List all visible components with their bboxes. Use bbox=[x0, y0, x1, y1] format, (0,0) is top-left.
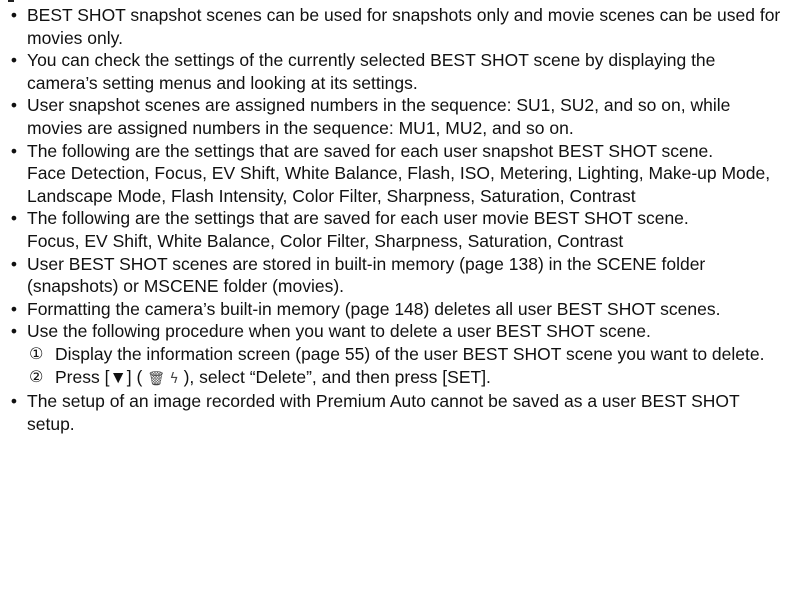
note-item: • The setup of an image recorded with Pr… bbox=[0, 390, 790, 435]
step-text-after: ), select “Delete”, and then press [SET]… bbox=[183, 366, 491, 387]
notes-list: • BEST SHOT snapshot scenes can be used … bbox=[0, 4, 790, 435]
note-item: • You can check the settings of the curr… bbox=[0, 49, 790, 94]
top-rule-fragment bbox=[8, 0, 14, 2]
note-text: The setup of an image recorded with Prem… bbox=[27, 391, 740, 434]
step-text-before: Press [▼] ( bbox=[55, 366, 143, 387]
bullet-icon: • bbox=[10, 298, 18, 319]
note-item: • User BEST SHOT scenes are stored in bu… bbox=[0, 253, 790, 298]
procedure-step: ② Press [▼] ( 🗑 ϟ ), select “Delete”, an… bbox=[27, 366, 790, 391]
trash-flash-icon: 🗑 ϟ bbox=[147, 370, 179, 387]
note-item: • Formatting the camera’s built-in memor… bbox=[0, 298, 790, 321]
snapshot-settings-list: Face Detection, Focus, EV Shift, White B… bbox=[27, 163, 771, 206]
note-item: • BEST SHOT snapshot scenes can be used … bbox=[0, 4, 790, 49]
bullet-icon: • bbox=[10, 391, 18, 412]
note-item: • The following are the settings that ar… bbox=[0, 140, 790, 208]
manual-page: • BEST SHOT snapshot scenes can be used … bbox=[0, 0, 798, 609]
note-text: You can check the settings of the curren… bbox=[27, 50, 716, 93]
delete-procedure-steps: ① Display the information screen (page 5… bbox=[27, 343, 790, 390]
bullet-icon: • bbox=[10, 140, 18, 161]
note-text: User BEST SHOT scenes are stored in buil… bbox=[27, 253, 706, 297]
note-text: User snapshot scenes are assigned number… bbox=[27, 95, 731, 138]
note-item: • Use the following procedure when you w… bbox=[0, 320, 790, 390]
bullet-icon: • bbox=[10, 253, 18, 274]
bullet-icon: • bbox=[10, 5, 18, 25]
note-text: Formatting the camera’s built-in memory … bbox=[27, 298, 721, 319]
bullet-icon: • bbox=[10, 95, 18, 116]
step-number-1-icon: ① bbox=[29, 343, 44, 363]
step-number-2-icon: ② bbox=[29, 366, 44, 386]
procedure-step: ① Display the information screen (page 5… bbox=[27, 343, 790, 366]
bullet-icon: • bbox=[10, 208, 18, 229]
note-item: • The following are the settings that ar… bbox=[0, 207, 790, 252]
step-text: Display the information screen (page 55)… bbox=[55, 343, 765, 364]
note-item: • User snapshot scenes are assigned numb… bbox=[0, 94, 790, 139]
bullet-icon: • bbox=[10, 321, 18, 342]
note-text: The following are the settings that are … bbox=[27, 208, 689, 229]
note-text: Use the following procedure when you wan… bbox=[27, 321, 651, 342]
bullet-icon: • bbox=[10, 50, 18, 71]
movie-settings-list: Focus, EV Shift, White Balance, Color Fi… bbox=[27, 230, 624, 251]
note-text: BEST SHOT snapshot scenes can be used fo… bbox=[27, 5, 781, 48]
note-text: The following are the settings that are … bbox=[27, 140, 714, 161]
